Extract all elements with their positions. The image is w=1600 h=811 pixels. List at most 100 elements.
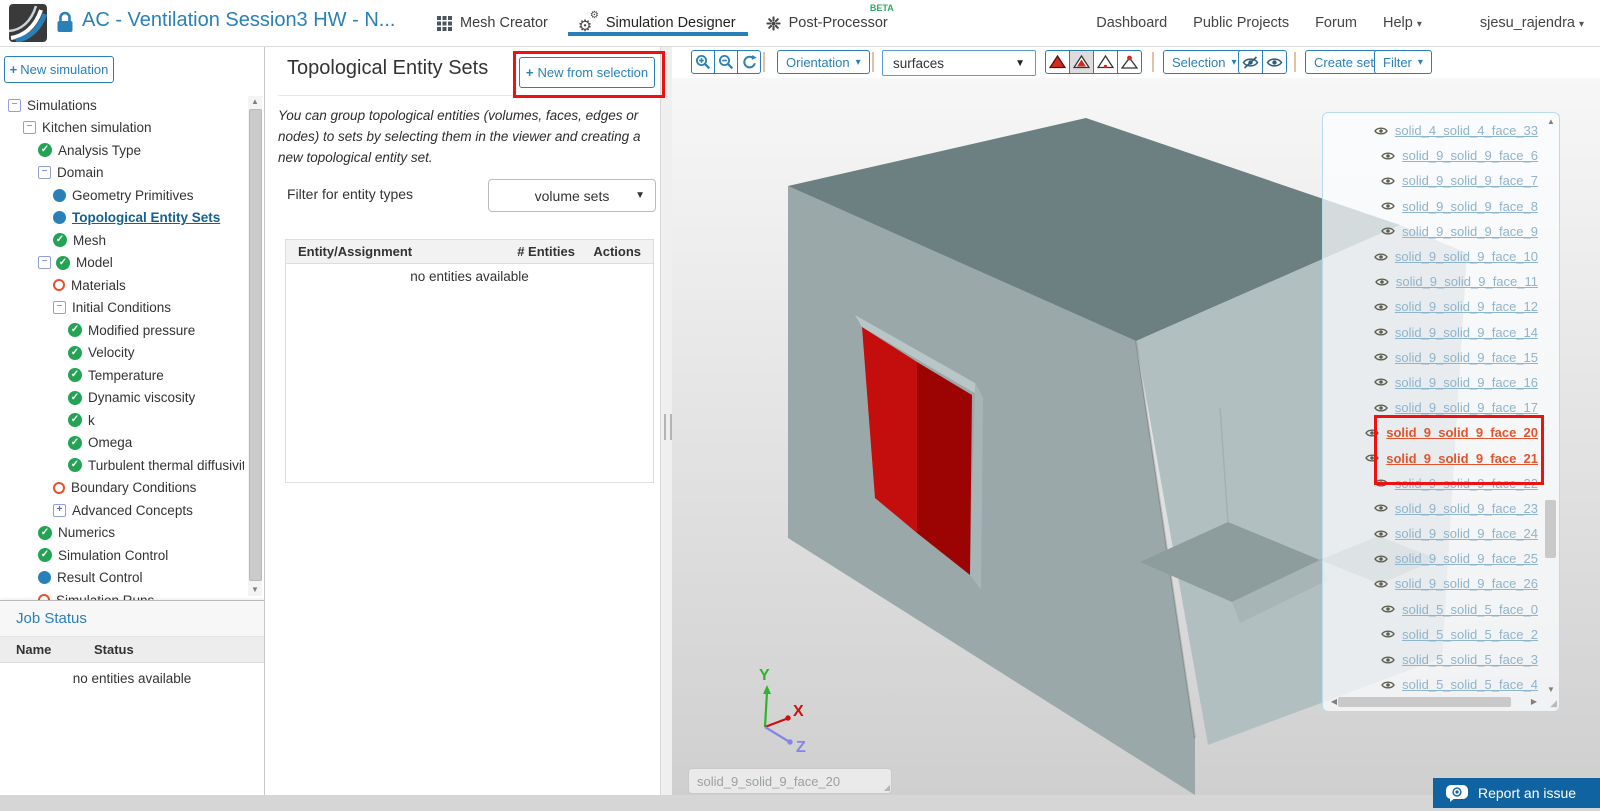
face-link[interactable]: solid_9_solid_9_face_8 — [1402, 199, 1538, 214]
scroll-up-icon[interactable]: ▲ — [248, 96, 262, 108]
viewer-scene[interactable]: Y X Z solid_4_solid_4_face_33 solid_9_so… — [672, 78, 1600, 795]
face-link[interactable]: solid_4_solid_4_face_33 — [1395, 123, 1538, 138]
tree-item[interactable]: Result Control — [0, 567, 244, 590]
eye-icon[interactable] — [1365, 428, 1380, 438]
face-list-item[interactable]: solid_9_solid_9_face_12 — [1327, 294, 1542, 319]
face-list-item[interactable]: solid_9_solid_9_face_15 — [1327, 345, 1542, 370]
zoom-in-button[interactable] — [691, 50, 715, 74]
face-list-item[interactable]: solid_9_solid_9_face_14 — [1327, 320, 1542, 345]
new-from-selection-button[interactable]: + New from selection — [519, 57, 655, 88]
face-link[interactable]: solid_9_solid_9_face_11 — [1396, 274, 1538, 289]
tree-item[interactable]: ✓ Analysis Type — [0, 139, 244, 162]
face-list-item[interactable]: solid_9_solid_9_face_21 — [1327, 445, 1542, 470]
project-title[interactable]: AC - Ventilation Session3 HW - N... — [82, 9, 395, 32]
face-link[interactable]: solid_9_solid_9_face_25 — [1395, 551, 1538, 566]
eye-icon[interactable] — [1374, 478, 1388, 488]
nav-link-public-projects[interactable]: Public Projects — [1193, 15, 1289, 31]
eye-icon[interactable] — [1374, 403, 1388, 413]
resize-grip-icon[interactable]: ◢ — [1550, 698, 1557, 709]
face-link[interactable]: solid_9_solid_9_face_20 — [1386, 425, 1538, 440]
tree-item[interactable]: − Simulations — [0, 94, 244, 117]
face-list-item[interactable]: solid_9_solid_9_face_11 — [1327, 269, 1542, 294]
eye-icon[interactable] — [1374, 377, 1388, 387]
hide-selected-button[interactable] — [1238, 50, 1263, 74]
eye-icon[interactable] — [1381, 680, 1395, 690]
tree-item[interactable]: ✓ Velocity — [0, 342, 244, 365]
face-link[interactable]: solid_9_solid_9_face_6 — [1402, 148, 1538, 163]
face-list-item[interactable]: solid_9_solid_9_face_16 — [1327, 370, 1542, 395]
tree-item[interactable]: Materials — [0, 274, 244, 297]
filter-dropdown[interactable]: Filter ▾ — [1374, 50, 1432, 74]
face-list-item[interactable]: solid_9_solid_9_face_24 — [1327, 521, 1542, 546]
face-list-hscrollbar[interactable]: ◀ ▶ — [1327, 696, 1541, 708]
tree-item[interactable]: ✓ Omega — [0, 432, 244, 455]
face-list-item[interactable]: solid_9_solid_9_face_25 — [1327, 546, 1542, 571]
report-an-issue-button[interactable]: Report an issue — [1433, 778, 1600, 808]
scrollbar-thumb[interactable] — [1338, 697, 1511, 707]
expand-icon[interactable]: + — [53, 503, 66, 517]
face-link[interactable]: solid_5_solid_5_face_0 — [1402, 602, 1538, 617]
face-link[interactable]: solid_9_solid_9_face_10 — [1395, 249, 1538, 264]
select-volumes-button[interactable] — [1045, 50, 1070, 74]
face-list-item[interactable]: solid_5_solid_5_face_2 — [1327, 622, 1542, 647]
tab-post-processor[interactable]: Post-Processor BETA — [765, 0, 894, 46]
eye-icon[interactable] — [1381, 604, 1395, 614]
tree-item[interactable]: ✓ Numerics — [0, 522, 244, 545]
zoom-out-button[interactable] — [714, 50, 738, 74]
eye-icon[interactable] — [1374, 126, 1388, 136]
face-link[interactable]: solid_9_solid_9_face_15 — [1395, 350, 1538, 365]
face-name-input[interactable] — [688, 768, 892, 794]
eye-icon[interactable] — [1374, 579, 1388, 589]
tree-item[interactable]: Boundary Conditions — [0, 477, 244, 500]
face-list-vscrollbar[interactable]: ▲ ▼ — [1544, 116, 1558, 696]
face-link[interactable]: solid_9_solid_9_face_16 — [1395, 375, 1538, 390]
face-link[interactable]: solid_5_solid_5_face_2 — [1402, 627, 1538, 642]
eye-icon[interactable] — [1374, 503, 1388, 513]
eye-icon[interactable] — [1365, 453, 1380, 463]
tree-item[interactable]: ✓ k — [0, 409, 244, 432]
collapse-icon[interactable]: − — [23, 121, 36, 135]
entity-type-select[interactable]: volume sets ▼ — [488, 179, 656, 212]
selection-dropdown[interactable]: Selection ▾ — [1163, 50, 1246, 74]
tree-item[interactable]: ✓ Turbulent thermal diffusivity — [0, 454, 244, 477]
scroll-right-icon[interactable]: ▶ — [1527, 696, 1541, 708]
app-logo-icon[interactable] — [9, 4, 47, 42]
eye-icon[interactable] — [1381, 201, 1395, 211]
tree-item[interactable]: ✓ Simulation Control — [0, 544, 244, 567]
face-list-item[interactable]: solid_9_solid_9_face_26 — [1327, 571, 1542, 596]
textarea-resize-icon[interactable]: ◢ — [884, 783, 890, 792]
collapse-icon[interactable]: − — [38, 256, 51, 270]
collapse-icon[interactable]: − — [38, 166, 51, 180]
face-link[interactable]: solid_9_solid_9_face_12 — [1395, 299, 1538, 314]
tree-item[interactable]: ✓ Modified pressure — [0, 319, 244, 342]
face-list-item[interactable]: solid_9_solid_9_face_6 — [1327, 143, 1542, 168]
tree-scrollbar[interactable]: ▲ ▼ — [248, 96, 262, 596]
eye-icon[interactable] — [1374, 302, 1388, 312]
tree-item[interactable]: − Domain — [0, 162, 244, 185]
face-list-item[interactable]: solid_9_solid_9_face_10 — [1327, 244, 1542, 269]
tab-mesh-creator[interactable]: Mesh Creator — [437, 0, 548, 46]
tree-item[interactable]: Simulation Runs — [0, 589, 244, 600]
eye-icon[interactable] — [1381, 629, 1395, 639]
tree-item[interactable]: Geometry Primitives — [0, 184, 244, 207]
user-menu[interactable]: sjesu_rajendra ▾ — [1480, 15, 1584, 31]
create-set-button[interactable]: Create set — [1305, 50, 1383, 74]
face-list-item[interactable]: solid_9_solid_9_face_9 — [1327, 219, 1542, 244]
scroll-down-icon[interactable]: ▼ — [248, 584, 262, 596]
face-list-item[interactable]: solid_9_solid_9_face_8 — [1327, 194, 1542, 219]
face-list-item[interactable]: solid_5_solid_5_face_3 — [1327, 647, 1542, 672]
scroll-down-icon[interactable]: ▼ — [1544, 684, 1558, 696]
refresh-view-button[interactable] — [737, 50, 761, 74]
eye-icon[interactable] — [1381, 655, 1395, 665]
face-link[interactable]: solid_9_solid_9_face_9 — [1402, 224, 1538, 239]
face-list-item[interactable]: solid_9_solid_9_face_20 — [1327, 420, 1542, 445]
nav-link-dashboard[interactable]: Dashboard — [1096, 15, 1167, 31]
face-link[interactable]: solid_9_solid_9_face_23 — [1395, 501, 1538, 516]
face-link[interactable]: solid_9_solid_9_face_24 — [1395, 526, 1538, 541]
face-link[interactable]: solid_9_solid_9_face_7 — [1402, 173, 1538, 188]
eye-icon[interactable] — [1381, 226, 1395, 236]
select-nodes-button[interactable] — [1117, 50, 1142, 74]
scroll-up-icon[interactable]: ▲ — [1544, 116, 1558, 128]
face-link[interactable]: solid_9_solid_9_face_14 — [1395, 325, 1538, 340]
face-list-item[interactable]: solid_9_solid_9_face_23 — [1327, 496, 1542, 521]
